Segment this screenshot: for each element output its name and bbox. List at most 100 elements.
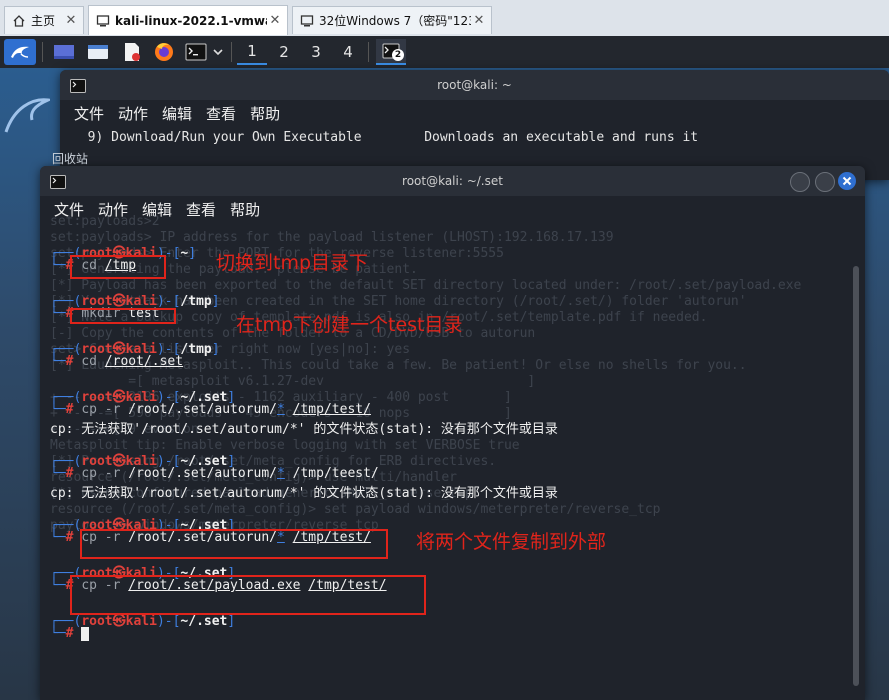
annotation-cd-tmp: 切换到tmp目录下	[216, 252, 369, 274]
divider	[231, 42, 232, 62]
prompt-hash: #	[65, 354, 82, 369]
tab-win7-vm[interactable]: 32位Windows 7（密码"1234... ✕	[292, 6, 492, 34]
prompt-frame: └─	[50, 578, 66, 593]
maximize-button[interactable]	[815, 172, 835, 192]
window-title: root@kali: ~	[437, 78, 512, 92]
background-terminal-window[interactable]: root@kali: ~ 文件 动作 编辑 查看 帮助 9) Download/…	[60, 70, 889, 180]
tab-label: 32位Windows 7（密码"1234...	[319, 14, 471, 28]
close-icon[interactable]: ✕	[63, 13, 79, 28]
command-line: └─#	[50, 626, 90, 641]
close-icon[interactable]: ✕	[471, 13, 487, 28]
kali-menu-button[interactable]	[4, 39, 36, 65]
tab-label: 主页	[31, 14, 56, 28]
menu-help[interactable]: 帮助	[230, 199, 260, 220]
desktop-icon	[54, 45, 74, 59]
command-line: └─# cp -r /root/.set/autorum/* /tmp/tees…	[50, 466, 379, 481]
menu-file[interactable]: 文件	[74, 103, 104, 124]
annotation-box-mkdir	[70, 308, 176, 324]
workspace-4[interactable]: 4	[333, 39, 363, 65]
prompt-frame: ]	[227, 614, 236, 629]
terminal-content[interactable]: set:payloads>2 set:payloads> IP address f…	[40, 214, 865, 700]
file-manager-button[interactable]	[84, 39, 112, 65]
close-button[interactable]	[838, 172, 856, 190]
prompt-dir: /tmp	[180, 342, 212, 357]
command-arg: /root/.set	[104, 354, 184, 369]
tab-kali-vm[interactable]: kali-linux-2022.1-vmware... ✕	[88, 5, 288, 35]
prompt-frame: ]	[211, 294, 220, 309]
workspace-2[interactable]: 2	[269, 39, 299, 65]
annotation-box-cd	[70, 255, 166, 279]
glob-star: *	[277, 466, 285, 481]
window-count-badge: 2	[392, 49, 404, 61]
text-cursor[interactable]	[81, 626, 90, 641]
workspace-3[interactable]: 3	[301, 39, 331, 65]
text-editor-button[interactable]	[118, 39, 146, 65]
command-name: cd	[81, 354, 105, 369]
prompt-frame: └─	[50, 354, 66, 369]
document-icon	[125, 43, 140, 61]
prompt-hash: #	[65, 626, 82, 641]
tab-label: kali-linux-2022.1-vmware...	[115, 13, 267, 28]
firefox-icon	[155, 43, 173, 61]
prompt-frame: )-[	[156, 294, 181, 309]
prompt-frame: ]	[188, 246, 197, 261]
terminal-launcher-button[interactable]	[182, 39, 210, 65]
annotation-box-copy-autorun	[80, 529, 388, 559]
workspace-1[interactable]: 1	[237, 39, 267, 65]
scrollbar[interactable]	[853, 266, 859, 686]
folder-icon	[88, 45, 108, 59]
menubar: 文件 动作 编辑 查看 帮助	[40, 196, 865, 222]
command-arg: /root/.set/autorum/	[128, 466, 277, 481]
browser-tab-strip: 主页 ✕ kali-linux-2022.1-vmware... ✕ 32位Wi…	[0, 0, 889, 37]
prompt-frame: └─	[50, 530, 66, 545]
command-arg: /root/.set/autorum/	[128, 402, 277, 417]
prompt-frame: └─	[50, 626, 66, 641]
tab-home[interactable]: 主页 ✕	[4, 6, 84, 34]
desktop-dragon-logo	[4, 88, 54, 138]
launcher-dropdown[interactable]	[210, 39, 226, 65]
prompt-frame: ]	[211, 342, 220, 357]
command-line: └─# cd /root/.set	[50, 354, 183, 369]
divider	[42, 42, 43, 62]
home-icon	[11, 13, 27, 29]
prompt-hash: #	[65, 402, 82, 417]
vm-icon	[95, 13, 111, 29]
window-title: root@kali: ~/.set	[402, 174, 503, 188]
close-icon[interactable]: ✕	[267, 13, 283, 28]
menu-actions[interactable]: 动作	[118, 103, 148, 124]
minimize-button[interactable]	[790, 172, 810, 192]
firefox-button[interactable]	[150, 39, 178, 65]
menu-help[interactable]: 帮助	[250, 103, 280, 124]
terminal-window[interactable]: root@kali: ~/.set 文件 动作 编辑 查看 帮助 set:pay…	[40, 166, 865, 700]
command-name: cp	[81, 402, 105, 417]
menu-view[interactable]: 查看	[206, 103, 236, 124]
ghost-output-line: set:payloads>2	[50, 214, 160, 229]
prompt-hash: #	[65, 466, 82, 481]
kali-dragon-icon	[11, 46, 29, 58]
annotation-box-copy-payload	[70, 575, 426, 615]
command-arg: -r	[104, 402, 121, 417]
menu-view[interactable]: 查看	[186, 199, 216, 220]
terminal-output-line: 9) Download/Run your Own Executable Down…	[72, 130, 699, 145]
command-arg: /tmp/teest/	[292, 466, 379, 481]
prompt-frame: └─	[50, 402, 66, 417]
command-output: cp: 无法获取'/root/.set/autorum/*' 的文件状态(sta…	[50, 486, 558, 501]
taskbar-terminal-group[interactable]: 2	[376, 39, 406, 65]
glob-star: *	[277, 402, 285, 417]
menu-edit[interactable]: 编辑	[162, 103, 192, 124]
kali-top-panel: 1 2 3 4 2	[0, 36, 889, 68]
divider	[368, 42, 369, 62]
command-output: cp: 无法获取'/root/.set/autorum/*' 的文件状态(sta…	[50, 422, 558, 437]
menubar: 文件 动作 编辑 查看 帮助	[60, 100, 889, 126]
desktop-icons-column	[0, 288, 40, 688]
command-arg: -r	[104, 466, 121, 481]
prompt-hash: #	[65, 530, 82, 545]
annotation-copy: 将两个文件复制到外部	[416, 531, 607, 553]
recycle-bin-label: 回收站	[52, 152, 89, 166]
command-line: └─# cp -r /root/.set/autorum/* /tmp/test…	[50, 402, 371, 417]
chevron-down-icon	[213, 49, 223, 56]
titlebar: root@kali: ~/.set	[40, 166, 865, 196]
prompt-dir: ~/.set	[180, 614, 228, 629]
terminal-icon	[185, 43, 207, 61]
show-desktop-button[interactable]	[50, 39, 78, 65]
